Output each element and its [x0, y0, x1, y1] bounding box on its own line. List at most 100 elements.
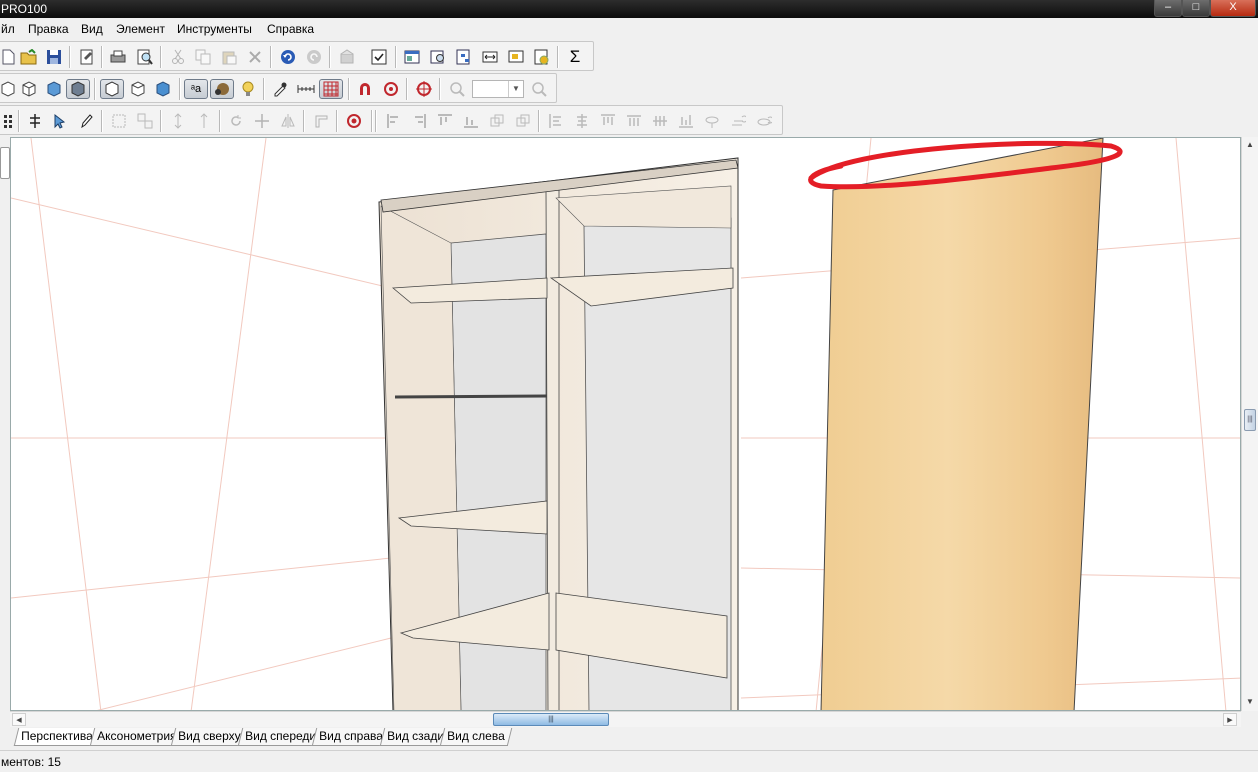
delete-icon[interactable] [245, 47, 265, 67]
measure-icon[interactable] [296, 79, 316, 99]
report-preview-icon[interactable] [428, 47, 448, 67]
material-sphere-icon[interactable] [210, 79, 234, 99]
library-icon[interactable] [337, 47, 357, 67]
menu-tools[interactable]: Инструменты [177, 22, 252, 36]
distribute-top-icon[interactable] [598, 111, 618, 131]
select-pointer-icon[interactable] [50, 111, 70, 131]
corner-icon[interactable] [311, 111, 331, 131]
scene-canvas[interactable] [11, 138, 1241, 711]
print-preview-icon[interactable] [135, 47, 155, 67]
rotate-y-icon[interactable] [728, 111, 748, 131]
zoom-out-icon[interactable] [447, 79, 467, 99]
snap-target-icon[interactable] [381, 79, 401, 99]
view-shaded-icon[interactable] [153, 79, 173, 99]
hierarchy-icon[interactable] [454, 47, 474, 67]
report-icon[interactable] [402, 47, 422, 67]
tab-axonometry[interactable]: Аксонометрия [89, 728, 184, 746]
move-depth-icon[interactable] [194, 111, 214, 131]
undo-icon[interactable] [278, 47, 298, 67]
view-cube-left-icon[interactable] [0, 79, 18, 99]
light-bulb-icon[interactable] [238, 79, 258, 99]
distribute-horizontal-icon[interactable] [650, 111, 670, 131]
menu-bar: йл Правка Вид Элемент Инструменты Справк… [0, 18, 1258, 40]
minimize-button[interactable]: – [1154, 0, 1182, 17]
zoom-level-select[interactable]: ▼ [472, 80, 524, 98]
zoom-in-icon[interactable] [529, 79, 549, 99]
redo-icon[interactable] [304, 47, 324, 67]
ungroup-icon[interactable] [135, 111, 155, 131]
edit-pencil-icon[interactable] [76, 111, 96, 131]
sum-icon[interactable]: Σ [565, 47, 585, 67]
view-wireframe-icon[interactable] [19, 79, 39, 99]
distribute-middle-icon[interactable] [624, 111, 644, 131]
align-left-icon[interactable] [384, 111, 404, 131]
export-icon[interactable] [506, 47, 526, 67]
cut-icon[interactable] [168, 47, 188, 67]
rotate-x-icon[interactable] [702, 111, 722, 131]
horizontal-scroll-thumb[interactable]: ||| [493, 713, 609, 726]
view-textured-icon[interactable] [66, 79, 90, 99]
tab-perspective[interactable]: Перспектива [13, 728, 100, 746]
magnet-icon[interactable] [355, 79, 375, 99]
price-icon[interactable] [532, 47, 552, 67]
element-count: ментов: 15 [1, 755, 61, 769]
open-folder-icon[interactable] [19, 47, 39, 67]
view-solid-icon[interactable] [44, 79, 64, 99]
scroll-right-icon[interactable]: ▶ [1223, 713, 1237, 726]
mirror-icon[interactable] [278, 111, 298, 131]
grid-icon[interactable] [319, 79, 343, 99]
align-back-icon[interactable] [513, 111, 533, 131]
rotate-z-icon[interactable] [754, 111, 774, 131]
grip-handle-icon[interactable] [0, 111, 18, 131]
view-edges-icon[interactable] [128, 79, 148, 99]
save-icon[interactable] [44, 47, 64, 67]
status-bar: ментов: 15 [0, 750, 1258, 772]
paste-icon[interactable] [219, 47, 239, 67]
rotate-icon[interactable] [226, 111, 246, 131]
close-button[interactable]: X [1210, 0, 1256, 17]
scroll-up-icon[interactable]: ▲ [1242, 140, 1258, 149]
menu-help[interactable]: Справка [267, 22, 314, 36]
distribute-bottom-icon[interactable] [676, 111, 696, 131]
menu-file[interactable]: йл [1, 22, 15, 36]
scroll-left-icon[interactable]: ◀ [12, 713, 26, 726]
maximize-button[interactable]: □ [1182, 0, 1210, 17]
dimensions-icon[interactable] [480, 47, 500, 67]
menu-element[interactable]: Элемент [116, 22, 165, 36]
distribute-left-icon[interactable] [546, 111, 566, 131]
properties-icon[interactable] [77, 47, 97, 67]
distribute-center-icon[interactable] [572, 111, 592, 131]
eyedropper-icon[interactable] [270, 79, 290, 99]
side-panel-handle[interactable] [0, 147, 10, 179]
view-outline-icon[interactable] [100, 79, 124, 99]
wood-side-panel[interactable] [820, 138, 1104, 711]
align-bottom-icon[interactable] [461, 111, 481, 131]
group-icon[interactable] [109, 111, 129, 131]
tab-left-view[interactable]: Вид слева [439, 728, 512, 746]
tab-front-view[interactable]: Вид спереди [237, 728, 324, 746]
move-vertical-icon[interactable] [168, 111, 188, 131]
vertical-scroll-thumb[interactable]: ||| [1244, 409, 1256, 431]
insert-element-icon[interactable] [25, 111, 45, 131]
menu-edit[interactable]: Правка [28, 22, 69, 36]
copy-icon[interactable] [193, 47, 213, 67]
target-icon[interactable] [344, 111, 364, 131]
text-labels-icon[interactable]: ᵃa [184, 79, 208, 99]
align-front-icon[interactable] [487, 111, 507, 131]
chevron-down-icon[interactable]: ▼ [508, 81, 523, 97]
tab-top-view[interactable]: Вид сверху [170, 728, 248, 746]
vertical-scrollbar[interactable]: ▲ ||| ▼ [1241, 137, 1258, 711]
wardrobe-model[interactable] [378, 157, 739, 711]
align-top-icon[interactable] [435, 111, 455, 131]
new-document-icon[interactable] [0, 47, 18, 67]
horizontal-scrollbar[interactable]: ◀ ||| ▶ [10, 711, 1241, 727]
center-target-icon[interactable] [414, 79, 434, 99]
scroll-down-icon[interactable]: ▼ [1242, 697, 1258, 706]
tab-right-view[interactable]: Вид справа [311, 728, 391, 746]
checklist-icon[interactable] [369, 47, 389, 67]
align-right-icon[interactable] [409, 111, 429, 131]
print-icon[interactable] [108, 47, 128, 67]
menu-view[interactable]: Вид [81, 22, 103, 36]
3d-viewport[interactable] [10, 137, 1241, 711]
move-all-icon[interactable] [252, 111, 272, 131]
